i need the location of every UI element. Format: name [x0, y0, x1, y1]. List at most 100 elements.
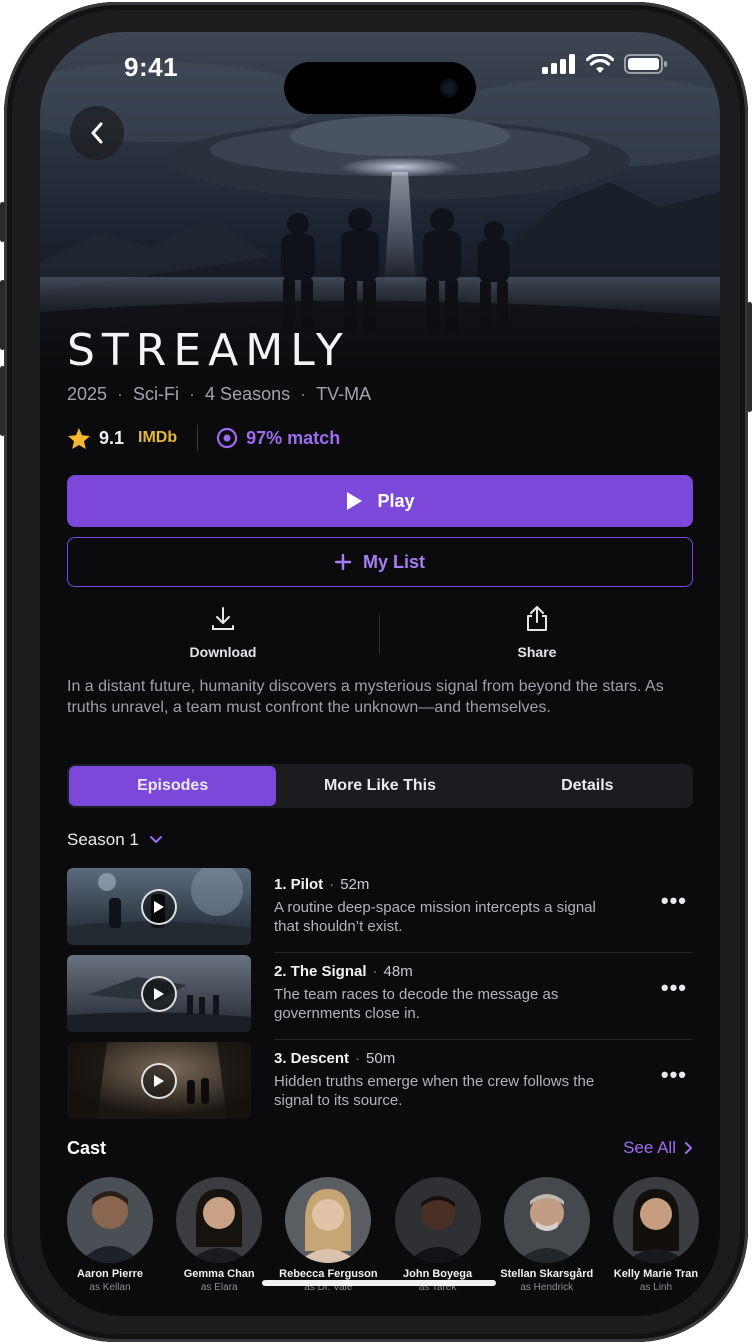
episode-thumbnail[interactable]: [67, 1042, 251, 1119]
download-button[interactable]: Download: [143, 606, 303, 660]
share-icon: [527, 606, 547, 631]
play-icon: [154, 988, 164, 1000]
volume-down-button: [0, 366, 5, 436]
wifi-icon: [586, 54, 614, 73]
more-icon[interactable]: •••: [661, 1062, 687, 1088]
show-age-rating: TV-MA: [316, 384, 372, 404]
chevron-down-icon: [149, 836, 162, 843]
cast-list: Aaron Pierre as Kellan Gemma Chan as Ela…: [58, 1177, 708, 1293]
show-genre: Sci-Fi: [133, 384, 180, 404]
episode-title: 2. The Signal: [274, 963, 367, 980]
episode-play-button[interactable]: [141, 889, 177, 925]
status-time: 9:41: [124, 52, 179, 82]
cast-member[interactable]: John Boyega as Tarek: [386, 1177, 490, 1293]
show-seasons: 4 Seasons: [205, 384, 291, 404]
episode-description: A routine deep-space mission intercepts …: [274, 899, 596, 935]
back-button[interactable]: [70, 106, 124, 160]
play-button[interactable]: Play: [67, 475, 693, 527]
see-all-label: See All: [623, 1138, 676, 1157]
cast-member[interactable]: Gemma Chan as Elara: [167, 1177, 271, 1293]
avatar: [176, 1177, 263, 1263]
secondary-actions: Download Share: [67, 606, 693, 686]
episode-duration: 50m: [366, 1050, 396, 1067]
imdb-score: 9.1: [99, 427, 125, 448]
content-tabs: Episodes More Like This Details: [67, 764, 693, 808]
cast-name: Kelly Marie Tran: [613, 1268, 699, 1280]
share-label: Share: [517, 644, 557, 660]
tab-episodes[interactable]: Episodes: [69, 766, 277, 806]
back-chevron-icon: [91, 122, 103, 144]
cast-label: Cast: [67, 1138, 107, 1158]
plus-icon: [334, 554, 351, 570]
episode-thumbnail[interactable]: [67, 955, 251, 1032]
volume-up-button: [0, 280, 5, 350]
show-meta: 2025 · Sci-Fi · 4 Seasons · TV-MA: [67, 384, 372, 404]
episode-thumbnail[interactable]: [67, 868, 251, 945]
download-label: Download: [189, 644, 257, 660]
phone-frame: 9:41 STREAMLY 2025 · Sci-Fi · 4 Seasons …: [0, 2, 752, 1342]
episode-list: 1. Pilot · 52m A routine deep-space missio…: [67, 868, 693, 1129]
imdb-label: IMDb: [138, 429, 178, 446]
avatar: [67, 1177, 153, 1263]
chevron-right-icon: [685, 1142, 692, 1154]
season-label: Season 1: [67, 830, 139, 849]
episode-duration: 48m: [383, 963, 413, 980]
show-year: 2025: [67, 384, 108, 404]
action-button: [0, 202, 5, 242]
episode-description: The team races to decode the message as …: [274, 986, 559, 1022]
show-title-logo: STREAMLY: [67, 325, 350, 376]
more-icon[interactable]: •••: [661, 975, 687, 1001]
avatar: [285, 1177, 372, 1263]
episode-row[interactable]: 3. Descent · 50m Hidden truths emerge when…: [67, 1042, 693, 1129]
cast-member[interactable]: Rebecca Ferguson as Dr. Vale: [276, 1177, 380, 1293]
cast-header: Cast See All: [67, 1138, 693, 1162]
avatar: [394, 1177, 481, 1263]
tab-details[interactable]: Details: [484, 766, 691, 806]
home-indicator[interactable]: [262, 1280, 496, 1286]
episode-play-button[interactable]: [141, 976, 177, 1012]
app-screen: 9:41 STREAMLY 2025 · Sci-Fi · 4 Seasons …: [40, 32, 720, 1316]
battery-icon: [624, 54, 667, 74]
cast-name: Gemma Chan: [183, 1268, 255, 1280]
cast-role: as Linh: [639, 1282, 673, 1293]
avatar: [503, 1177, 590, 1263]
cast-role: as Hendrick: [520, 1282, 574, 1293]
episode-title: 1. Pilot: [274, 876, 324, 893]
cast-member[interactable]: Kelly Marie Tran as Linh: [604, 1177, 708, 1293]
share-button[interactable]: Share: [457, 606, 617, 660]
avatar: [612, 1177, 699, 1263]
eye-icon: [217, 427, 238, 449]
cast-name: Stellan Skarsgård: [500, 1268, 594, 1280]
episode-play-button[interactable]: [141, 1063, 177, 1099]
season-selector[interactable]: Season 1: [67, 830, 163, 850]
power-button: [747, 302, 752, 412]
cast-role: as Kellan: [89, 1282, 131, 1293]
play-icon: [154, 1075, 164, 1087]
download-icon: [212, 607, 234, 630]
see-all-link[interactable]: See All: [623, 1138, 693, 1158]
episode-row[interactable]: 1. Pilot · 52m A routine deep-space missio…: [67, 868, 693, 955]
my-list-label: My List: [362, 551, 425, 572]
cast-name: Aaron Pierre: [76, 1268, 144, 1280]
play-button-label: Play: [377, 490, 415, 511]
episode-title: 3. Descent: [274, 1050, 350, 1067]
match-percentage: 97% match: [246, 427, 341, 448]
play-icon: [347, 492, 363, 510]
cast-role: as Elara: [200, 1282, 238, 1293]
cast-name: Rebecca Ferguson: [279, 1268, 378, 1280]
tab-more-like-this[interactable]: More Like This: [276, 766, 483, 806]
episode-description: Hidden truths emerge when the crew follo…: [274, 1073, 595, 1109]
cast-name: John Boyega: [403, 1268, 473, 1280]
synopsis: In a distant future, humanity discovers …: [67, 678, 664, 716]
cast-member[interactable]: Stellan Skarsgård as Hendrick: [495, 1177, 599, 1293]
signal-icon: [542, 54, 575, 74]
my-list-button[interactable]: My List: [67, 537, 693, 587]
play-icon: [154, 901, 164, 913]
rating-row: 9.1 IMDb 97% match: [67, 425, 340, 451]
cast-member[interactable]: Aaron Pierre as Kellan: [58, 1177, 162, 1293]
episode-row[interactable]: 2. The Signal · 48m The team races to deco…: [67, 955, 693, 1042]
star-icon: [68, 427, 90, 449]
more-icon[interactable]: •••: [661, 888, 687, 914]
dynamic-island: [284, 62, 476, 114]
status-bar: 9:41: [40, 50, 720, 114]
